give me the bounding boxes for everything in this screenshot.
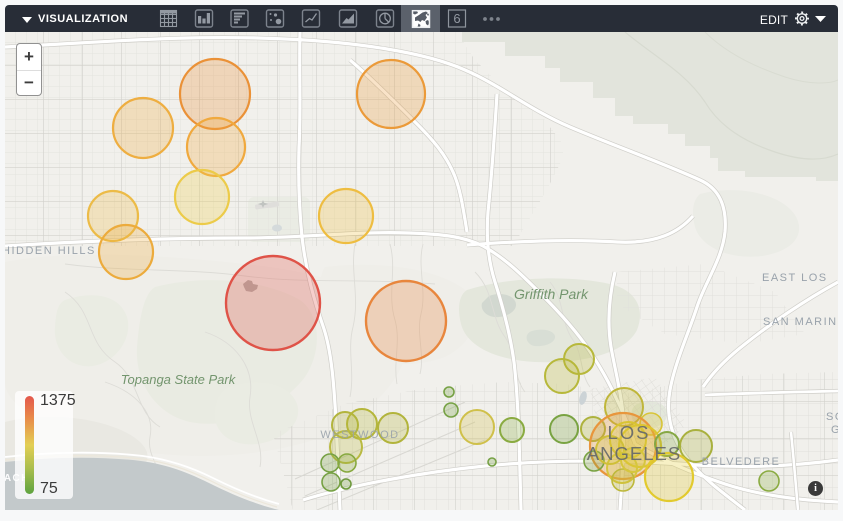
svg-text:WESTWOOD: WESTWOOD bbox=[320, 429, 399, 441]
svg-text:SAN MARINO: SAN MARINO bbox=[763, 316, 838, 328]
svg-text:Griffith Park: Griffith Park bbox=[514, 286, 589, 302]
svg-text:EAST LOS: EAST LOS bbox=[762, 272, 828, 284]
svg-text:SOU: SOU bbox=[826, 411, 838, 423]
svg-text:HIDDEN HILLS: HIDDEN HILLS bbox=[5, 245, 96, 257]
svg-text:LOS: LOS bbox=[607, 422, 650, 443]
svg-text:ANGELES: ANGELES bbox=[587, 443, 681, 464]
svg-text:BELVEDERE: BELVEDERE bbox=[702, 456, 781, 468]
svg-text:GA: GA bbox=[831, 424, 838, 436]
svg-text:6: 6 bbox=[453, 11, 460, 26]
svg-text:Topanga State Park: Topanga State Park bbox=[121, 372, 237, 387]
